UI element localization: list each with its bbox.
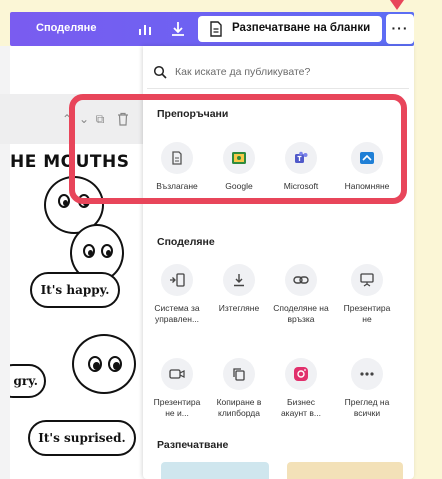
print-option-thumbnail[interactable] — [287, 462, 403, 479]
document-icon — [210, 21, 222, 37]
share-item-label: Система за управлен... — [154, 303, 200, 324]
download-icon — [234, 274, 244, 287]
share-item-lms[interactable]: Система за управлен... — [149, 264, 205, 325]
search-placeholder: Как искате да публикувате? — [175, 66, 311, 78]
insights-icon[interactable] — [136, 20, 154, 38]
lms-icon — [170, 273, 185, 287]
print-title: Разпечатване — [157, 439, 229, 451]
link-icon — [293, 276, 309, 284]
share-item-link[interactable]: Споделяне на връзка — [273, 264, 329, 325]
instagram-icon — [294, 367, 308, 381]
share-item-see-all[interactable]: Преглед на всички — [339, 358, 395, 419]
present-icon — [360, 273, 374, 287]
share-item-label: Изтегляне — [218, 303, 260, 313]
pointer-arrow-icon — [390, 0, 404, 10]
share-item-present[interactable]: Презентира не — [339, 264, 395, 325]
share-item-present-record[interactable]: Презентира не и... — [149, 358, 205, 419]
share-item-copy[interactable]: Копиране в клипборда — [211, 358, 267, 419]
share-item-label: Бизнес акаунт в... — [280, 397, 322, 418]
share-item-label: Споделяне на връзка — [273, 303, 329, 324]
search-icon — [153, 65, 167, 79]
print-options — [161, 462, 409, 479]
share-item-label: Презентира не — [343, 303, 391, 324]
share-item-download[interactable]: Изтегляне — [211, 264, 267, 314]
print-worksheets-button[interactable]: Разпечатване на бланки — [198, 16, 382, 42]
workspace-header — [10, 46, 160, 94]
present-record-icon — [169, 369, 185, 379]
share-button[interactable]: Споделяне — [36, 22, 96, 34]
speech-bubble: It's happy. — [30, 272, 120, 308]
speech-bubble: gry. — [10, 364, 46, 398]
highlight-box — [69, 94, 407, 204]
more-options-button[interactable]: ··· — [386, 14, 414, 44]
share-item-instagram[interactable]: Бизнес акаунт в... — [273, 358, 329, 419]
speech-bubble: It's suprised. — [28, 420, 136, 456]
share-item-label: Копиране в клипборда — [216, 397, 262, 418]
publish-search[interactable]: Как искате да публикувате? — [147, 59, 409, 89]
print-option-thumbnail[interactable] — [161, 462, 269, 479]
share-title: Споделяне — [157, 236, 215, 248]
face-illustration — [72, 334, 136, 394]
more-icon — [360, 372, 374, 376]
share-item-label: Преглед на всички — [344, 397, 390, 418]
share-item-label: Презентира не и... — [153, 397, 201, 418]
copy-icon — [233, 368, 245, 381]
top-toolbar: Споделяне Разпечатване на бланки ··· — [10, 12, 414, 46]
download-icon[interactable] — [168, 19, 188, 39]
print-worksheets-label: Разпечатване на бланки — [232, 22, 371, 34]
